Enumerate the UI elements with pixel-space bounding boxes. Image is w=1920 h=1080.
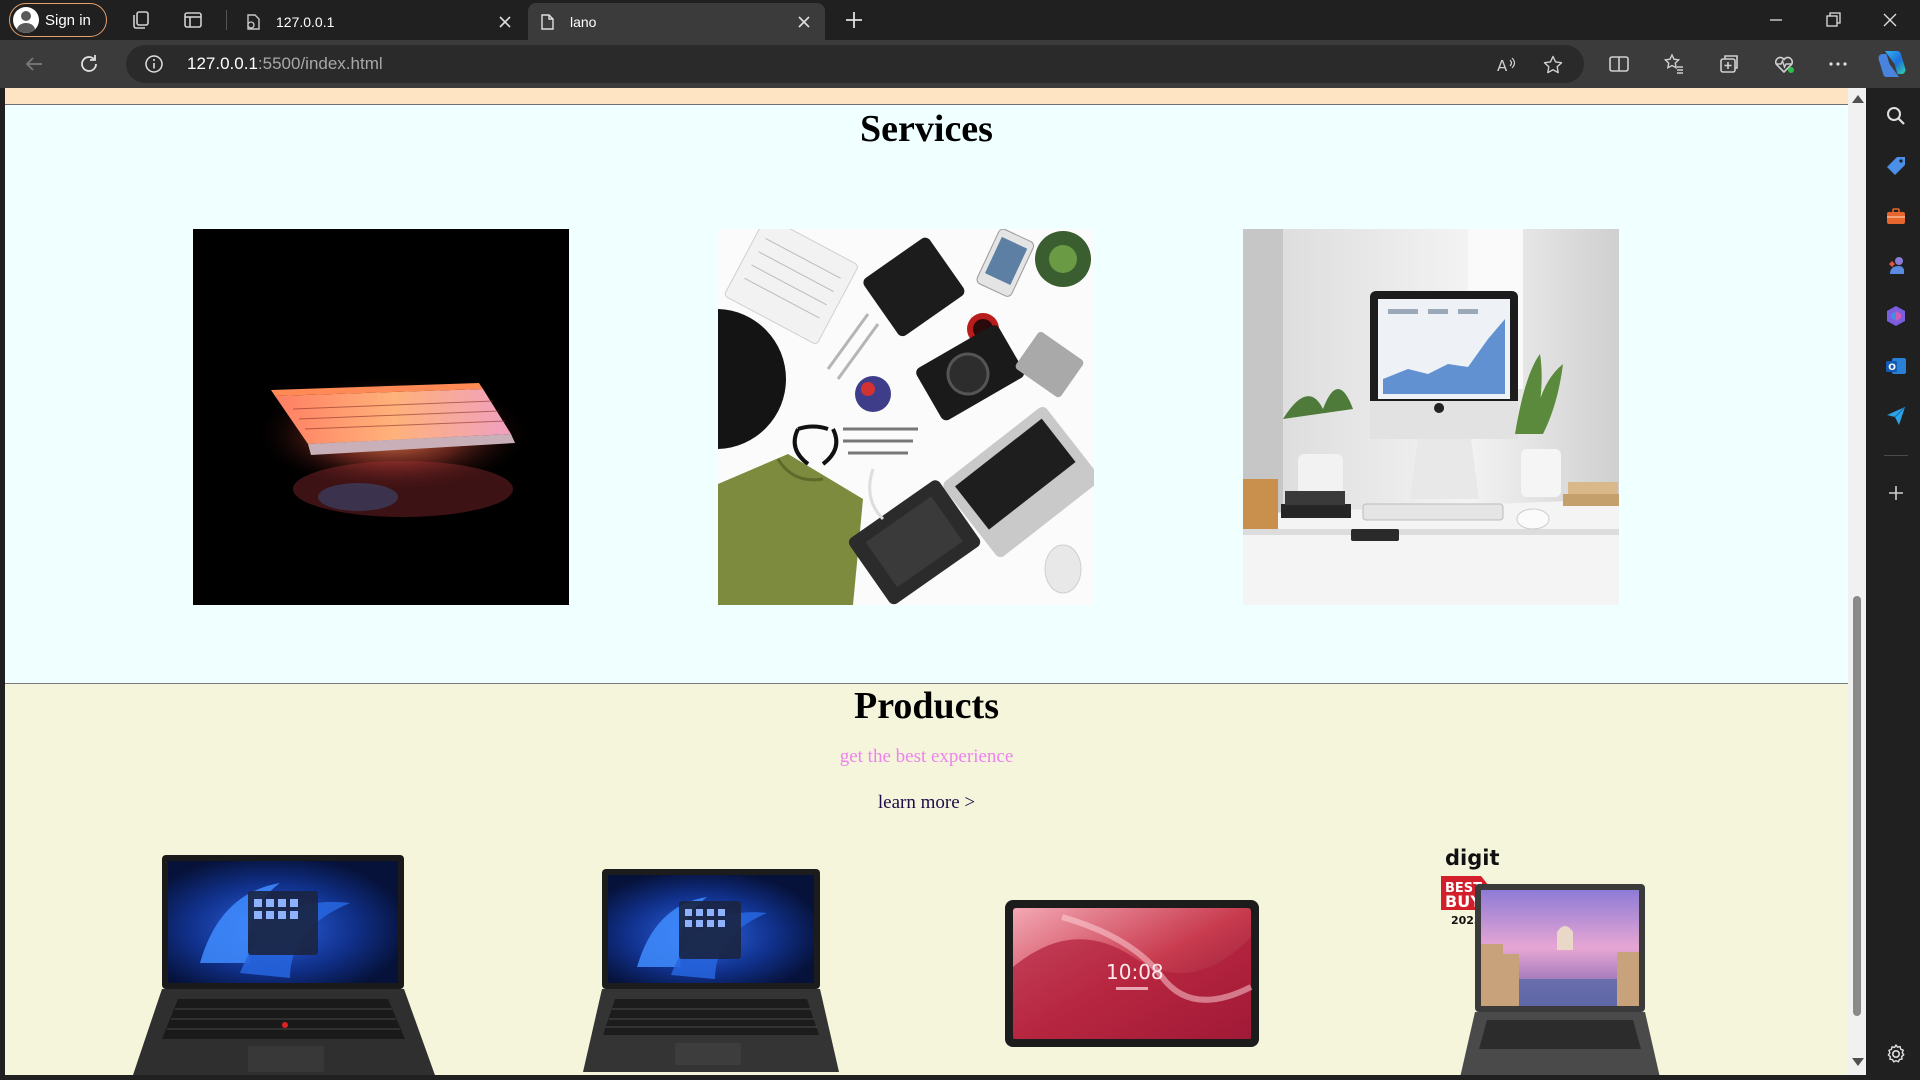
close-tab-button[interactable] bbox=[793, 11, 815, 33]
tab-title: 127.0.0.1 bbox=[276, 13, 335, 30]
address-bar[interactable]: 127.0.0.1:5500/index.html A bbox=[126, 45, 1584, 83]
tab-title: lano bbox=[570, 13, 597, 30]
avatar-icon bbox=[13, 7, 39, 33]
glowing-laptop-image bbox=[193, 229, 569, 605]
url-host: 127.0.0.1 bbox=[187, 54, 258, 73]
read-aloud-icon[interactable]: A bbox=[1495, 54, 1517, 76]
tab-divider bbox=[226, 10, 227, 30]
page-viewport[interactable]: Services Products get the best experienc… bbox=[5, 88, 1848, 1075]
url-text[interactable]: 127.0.0.1:5500/index.html bbox=[187, 54, 383, 74]
collections-icon[interactable] bbox=[1717, 52, 1741, 76]
games-icon[interactable] bbox=[1884, 254, 1908, 278]
product-laptop-lenovo-image[interactable] bbox=[575, 867, 845, 1075]
minimize-icon[interactable] bbox=[1764, 8, 1788, 32]
scroll-thumb[interactable] bbox=[1853, 596, 1861, 1016]
more-options-icon[interactable] bbox=[1826, 52, 1850, 76]
refresh-icon[interactable] bbox=[77, 52, 101, 76]
favorite-star-icon[interactable] bbox=[1542, 54, 1564, 76]
url-path: :5500/index.html bbox=[257, 54, 383, 73]
edge-sidebar: O bbox=[1872, 88, 1920, 1080]
scroll-up-arrow-icon[interactable] bbox=[1852, 95, 1864, 103]
tab-actions-icon[interactable] bbox=[182, 9, 204, 31]
workspaces-icon[interactable] bbox=[130, 9, 152, 31]
product-laptop-thinkpad-image[interactable] bbox=[130, 853, 440, 1075]
page-favicon-icon bbox=[247, 13, 260, 30]
flatlay-gadgets-image bbox=[718, 229, 1094, 605]
search-icon[interactable] bbox=[1884, 104, 1908, 128]
add-plus-icon[interactable] bbox=[1884, 481, 1908, 505]
tab-lano[interactable]: lano bbox=[528, 3, 825, 40]
products-tagline: get the best experience bbox=[839, 746, 1014, 767]
page-scrollbar[interactable] bbox=[1848, 88, 1866, 1075]
tab-strip: Sign in 127.0.0.1 lano bbox=[0, 0, 1920, 40]
tools-briefcase-icon[interactable] bbox=[1884, 204, 1908, 228]
outlook-icon[interactable]: O bbox=[1884, 354, 1908, 378]
product-tablet-image[interactable]: 10:08 bbox=[1002, 897, 1262, 1050]
copilot-icon[interactable] bbox=[1875, 47, 1909, 81]
badge-brand-text: digit bbox=[1445, 846, 1500, 870]
close-icon bbox=[798, 15, 810, 28]
desk-computer-image bbox=[1243, 229, 1619, 605]
scroll-down-arrow-icon[interactable] bbox=[1852, 1058, 1864, 1066]
favorites-icon[interactable] bbox=[1662, 52, 1686, 76]
site-info-icon[interactable] bbox=[144, 54, 164, 74]
profile-button[interactable]: Sign in bbox=[9, 3, 107, 37]
navigation-toolbar: 127.0.0.1:5500/index.html A bbox=[0, 40, 1920, 88]
products-heading: Products bbox=[854, 685, 999, 727]
browser-essentials-icon[interactable] bbox=[1772, 52, 1796, 76]
close-tab-button[interactable] bbox=[494, 11, 516, 33]
profile-label: Sign in bbox=[45, 11, 91, 29]
new-tab-plus-icon[interactable] bbox=[842, 8, 866, 32]
back-arrow-icon[interactable] bbox=[22, 52, 46, 76]
restore-icon[interactable] bbox=[1821, 8, 1845, 32]
tablet-clock-text: 10:08 bbox=[1106, 960, 1164, 984]
services-section: Services bbox=[5, 105, 1848, 683]
split-screen-icon[interactable] bbox=[1607, 52, 1631, 76]
svg-text:A: A bbox=[1497, 57, 1508, 75]
drop-send-icon[interactable] bbox=[1884, 404, 1908, 428]
shopping-tag-icon[interactable] bbox=[1884, 154, 1908, 178]
close-icon bbox=[499, 15, 511, 28]
page-favicon-icon bbox=[541, 13, 554, 30]
sidebar-divider bbox=[1884, 455, 1908, 456]
products-section: Products get the best experience learn m… bbox=[5, 683, 1848, 1075]
learn-more-link[interactable]: learn more > bbox=[5, 792, 1848, 814]
microsoft-365-icon[interactable] bbox=[1884, 304, 1908, 328]
services-heading: Services bbox=[860, 108, 993, 150]
header-strip bbox=[5, 88, 1848, 105]
settings-gear-icon[interactable] bbox=[1884, 1042, 1908, 1066]
close-window-icon[interactable] bbox=[1878, 8, 1902, 32]
svg-text:O: O bbox=[1888, 363, 1896, 373]
tab-localhost[interactable]: 127.0.0.1 bbox=[234, 3, 526, 40]
product-laptop-bestbuy-image[interactable]: digit BEST BUY 2023 bbox=[1437, 844, 1667, 1075]
